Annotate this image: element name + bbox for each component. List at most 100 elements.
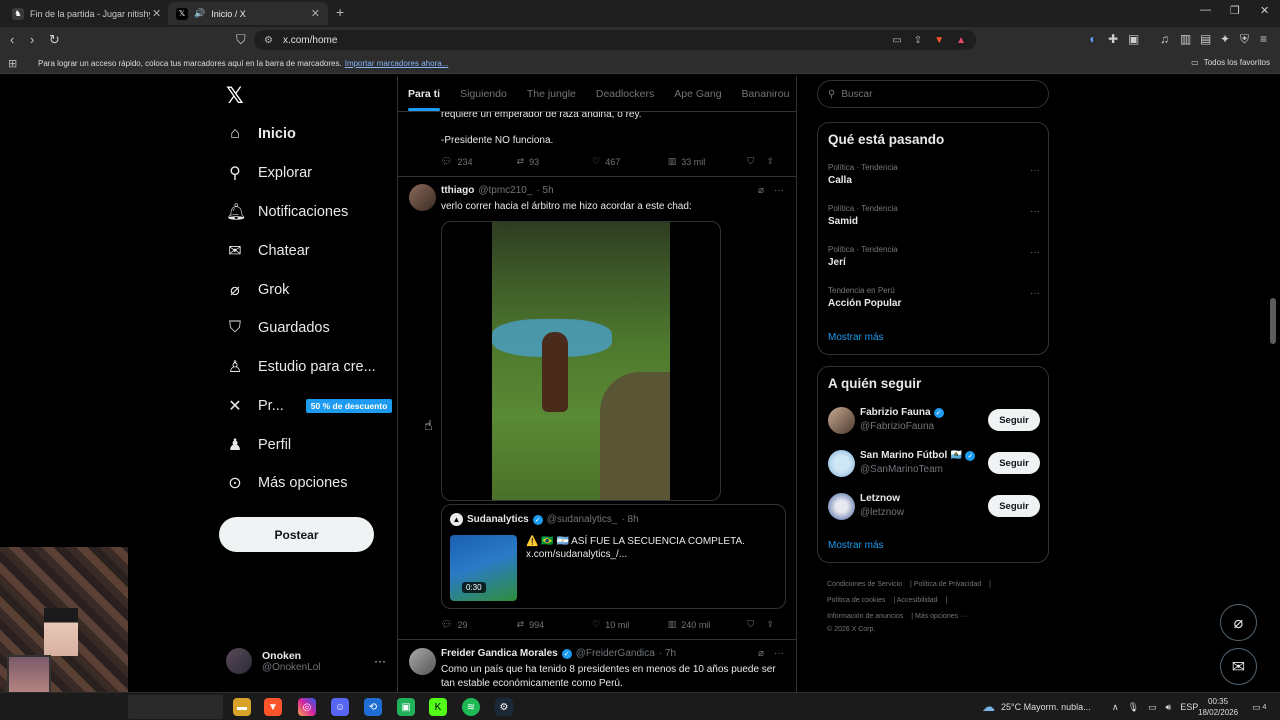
repost-button[interactable]: ⇄ 994 bbox=[517, 619, 593, 630]
nav-item-premium[interactable]: ✕ Pr... 50 % de descuento bbox=[226, 394, 393, 418]
weather-widget[interactable]: ☁ 25°C Mayorm. nubla... bbox=[982, 693, 1091, 720]
microphone-icon[interactable]: 🎙︎ bbox=[1128, 702, 1139, 713]
grok-icon[interactable]: ⌀ bbox=[758, 185, 764, 196]
reply-button[interactable]: 💬︎ 29 bbox=[441, 619, 517, 630]
more-dots-icon[interactable]: ··· bbox=[1030, 165, 1040, 176]
grok-icon[interactable]: ⌀ bbox=[758, 648, 764, 659]
minimize-icon[interactable]: — bbox=[1200, 4, 1211, 16]
network-icon[interactable]: ▭ bbox=[1148, 702, 1157, 713]
url-field[interactable]: ⚙ x.com/home ▭ ⇪ ▼ ▲ bbox=[254, 30, 976, 50]
more-dots-icon[interactable]: ··· bbox=[774, 648, 784, 659]
tab-bananirou[interactable]: Bananirou bbox=[732, 76, 796, 111]
nav-item-bookmarks[interactable]: ⛉ Guardados bbox=[226, 316, 330, 340]
share-tweet-icon[interactable]: ⇪ bbox=[767, 619, 786, 630]
views-button[interactable]: ▥ 240 mil bbox=[668, 619, 747, 630]
share-tweet-icon[interactable]: ⇪ bbox=[767, 156, 786, 167]
follow-suggestion[interactable]: Fabrizio Fauna ✓ @FabrizioFauna Seguir bbox=[828, 405, 1040, 437]
author-handle[interactable]: @FreiderGandica bbox=[576, 648, 655, 659]
more-dots-icon[interactable]: ··· bbox=[774, 185, 784, 196]
footer-link[interactable]: Accesibilidad bbox=[897, 597, 938, 604]
more-dots-icon[interactable]: ··· bbox=[374, 654, 386, 668]
author-name[interactable]: tthiago bbox=[441, 185, 474, 196]
trend-item[interactable]: Política · Tendencia Jerí ··· bbox=[828, 245, 1040, 268]
repost-button[interactable]: ⇄ 93 bbox=[517, 156, 593, 167]
menu-icon[interactable]: ≡ bbox=[1260, 32, 1267, 46]
apps-grid-icon[interactable]: ⊞ bbox=[8, 57, 17, 70]
instagram-icon[interactable]: ◎ bbox=[298, 698, 316, 716]
views-button[interactable]: ▥ 33 mil bbox=[668, 156, 747, 167]
more-dots-icon[interactable]: ··· bbox=[1030, 247, 1040, 258]
speaker-icon[interactable]: 🔊 bbox=[194, 8, 205, 19]
nav-item-notifications[interactable]: 🔔︎ Notificaciones bbox=[226, 200, 348, 224]
nav-item-grok[interactable]: ⌀ Grok bbox=[226, 278, 289, 302]
bookmark-tweet-icon[interactable]: ⛉ bbox=[747, 619, 766, 630]
show-more-trends-link[interactable]: Mostrar más bbox=[828, 332, 884, 343]
cast-icon[interactable]: ▭ bbox=[892, 35, 901, 46]
site-info-icon[interactable]: ⚙ bbox=[264, 35, 273, 46]
messages-fab-button[interactable]: ✉ bbox=[1220, 648, 1257, 685]
nav-item-explore[interactable]: ⚲ Explorar bbox=[226, 161, 312, 185]
footer-link[interactable]: Información de anuncios bbox=[827, 613, 903, 620]
browser-tab[interactable]: ♞ Fin de la partida - Jugar nitishyadav1 bbox=[4, 2, 164, 25]
language-indicator[interactable]: ESP bbox=[1180, 702, 1198, 712]
reply-button[interactable]: 💬︎ 234 bbox=[441, 156, 517, 167]
footer-link[interactable]: Condiciones de Servicio bbox=[827, 581, 902, 588]
brave-shields-icon[interactable]: ▼ bbox=[934, 35, 944, 46]
nav-item-home[interactable]: ⌂ Inicio bbox=[226, 122, 296, 146]
nav-item-chat[interactable]: ✉ Chatear bbox=[226, 239, 309, 263]
forward-icon[interactable]: › bbox=[30, 32, 34, 47]
vpn-icon[interactable]: ⛨ bbox=[1240, 32, 1249, 47]
bookmark-page-icon[interactable]: ⛉ bbox=[236, 32, 246, 48]
nav-item-profile[interactable]: ♟ Perfil bbox=[226, 433, 291, 457]
volume-icon[interactable]: 🔊︎ bbox=[1166, 702, 1172, 713]
tweet-time[interactable]: · 7h bbox=[659, 648, 676, 659]
steam-icon[interactable]: ⚙ bbox=[495, 698, 513, 716]
like-button[interactable]: ♡ 10 mil bbox=[592, 619, 668, 630]
green-app-icon[interactable]: ▣ bbox=[397, 698, 415, 716]
page-scrollbar[interactable] bbox=[1270, 298, 1276, 344]
rewind-app-icon[interactable]: ⟲ bbox=[364, 698, 382, 716]
like-button[interactable]: ♡ 467 bbox=[592, 156, 668, 167]
close-tab-icon[interactable]: ✕ bbox=[152, 7, 161, 20]
kick-icon[interactable]: K bbox=[429, 698, 447, 716]
quoted-video-thumbnail[interactable]: 0:30 bbox=[450, 535, 517, 601]
tab-following[interactable]: Siguiendo bbox=[450, 76, 517, 111]
wallet-icon[interactable]: ▣ bbox=[1128, 32, 1139, 46]
taskbar-search[interactable] bbox=[128, 695, 223, 719]
brave-rewards-icon[interactable]: ▲ bbox=[956, 35, 966, 46]
avatar[interactable] bbox=[409, 184, 436, 211]
browser-tab-active[interactable]: 𝕏 🔊 Inicio / X ✕ bbox=[168, 2, 328, 25]
chevron-up-icon[interactable]: ∧ bbox=[1112, 702, 1119, 713]
search-field[interactable]: ⚲ Buscar bbox=[817, 80, 1049, 108]
import-bookmarks-link[interactable]: Importar marcadores ahora... bbox=[345, 59, 449, 68]
quoted-tweet[interactable]: ▲ Sudanalytics ✓ @sudanalytics_ · 8h 0:3… bbox=[441, 504, 786, 609]
new-tab-icon[interactable]: + bbox=[336, 4, 344, 20]
trend-item[interactable]: Política · Tendencia Samid ··· bbox=[828, 204, 1040, 227]
extensions-icon[interactable]: ✚ bbox=[1108, 32, 1118, 46]
file-explorer-icon[interactable]: ▬ bbox=[233, 698, 251, 716]
all-favorites-button[interactable]: ▭ Todos los favoritos bbox=[1191, 58, 1270, 67]
notifications-button[interactable]: ▭ 4 bbox=[1252, 693, 1266, 720]
leo-ai-icon[interactable]: ◖ bbox=[1088, 32, 1095, 46]
tab-for-you[interactable]: Para ti bbox=[398, 76, 450, 111]
more-dots-icon[interactable]: ··· bbox=[1030, 288, 1040, 299]
reload-icon[interactable]: ↻ bbox=[49, 32, 60, 48]
account-switcher[interactable]: Onoken @OnokenLol ··· bbox=[226, 648, 386, 674]
restore-icon[interactable]: ❐ bbox=[1230, 4, 1240, 17]
tab-deadlockers[interactable]: Deadlockers bbox=[586, 76, 664, 111]
clock[interactable]: 00:35 18/02/2026 bbox=[1198, 696, 1238, 718]
wallet2-icon[interactable]: ▤ bbox=[1200, 32, 1211, 46]
ai-sparkle-icon[interactable]: ✦ bbox=[1220, 32, 1230, 46]
spotify-icon[interactable]: ≋ bbox=[462, 698, 480, 716]
bookmark-tweet-icon[interactable]: ⛉ bbox=[747, 156, 766, 167]
back-icon[interactable]: ‹ bbox=[10, 32, 14, 47]
follow-button[interactable]: Seguir bbox=[988, 409, 1040, 431]
follow-suggestion[interactable]: San Marino Fútbol 🇸🇲 ✓ @SanMarinoTeam Seg… bbox=[828, 448, 1040, 480]
x-logo[interactable]: 𝕏 bbox=[226, 83, 244, 109]
author-name[interactable]: Freider Gandica Morales bbox=[441, 648, 558, 659]
follow-button[interactable]: Seguir bbox=[988, 495, 1040, 517]
nav-item-creator-studio[interactable]: ♙ Estudio para cre... bbox=[226, 355, 376, 379]
post-button[interactable]: Postear bbox=[219, 517, 374, 552]
close-window-icon[interactable]: ✕ bbox=[1260, 4, 1269, 17]
avatar[interactable] bbox=[409, 648, 436, 675]
